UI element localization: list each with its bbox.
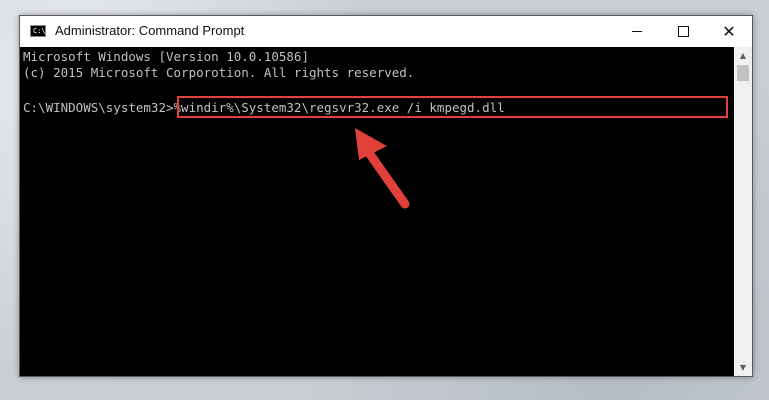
command-highlight-box xyxy=(177,96,728,118)
version-line: Microsoft Windows [Version 10.0.10586] xyxy=(23,49,309,64)
minimize-button[interactable] xyxy=(614,16,660,47)
scroll-down-icon[interactable]: ▼ xyxy=(734,359,752,376)
copyright-line: (c) 2015 Microsoft Corporotion. All righ… xyxy=(23,65,415,80)
close-icon: ✕ xyxy=(722,21,736,41)
scroll-up-icon[interactable]: ▲ xyxy=(734,47,752,64)
scroll-thumb[interactable] xyxy=(737,65,749,81)
close-button[interactable]: ✕ xyxy=(706,16,752,47)
title-bar[interactable]: C:\. Administrator: Command Prompt ✕ xyxy=(20,16,752,47)
maximize-icon xyxy=(677,26,689,37)
maximize-button[interactable] xyxy=(660,16,706,47)
window-title: Administrator: Command Prompt xyxy=(55,23,245,38)
command-prompt-window: C:\. Administrator: Command Prompt ✕ Mic… xyxy=(19,15,753,377)
red-arrow-icon xyxy=(355,128,410,209)
minimize-icon xyxy=(632,31,642,32)
prompt-text: C:\WINDOWS\system32> xyxy=(23,100,174,115)
vertical-scrollbar[interactable]: ▲ ▼ xyxy=(734,47,752,376)
console-output[interactable]: Microsoft Windows [Version 10.0.10586] (… xyxy=(20,47,734,376)
cmd-icon: C:\. xyxy=(30,25,50,37)
